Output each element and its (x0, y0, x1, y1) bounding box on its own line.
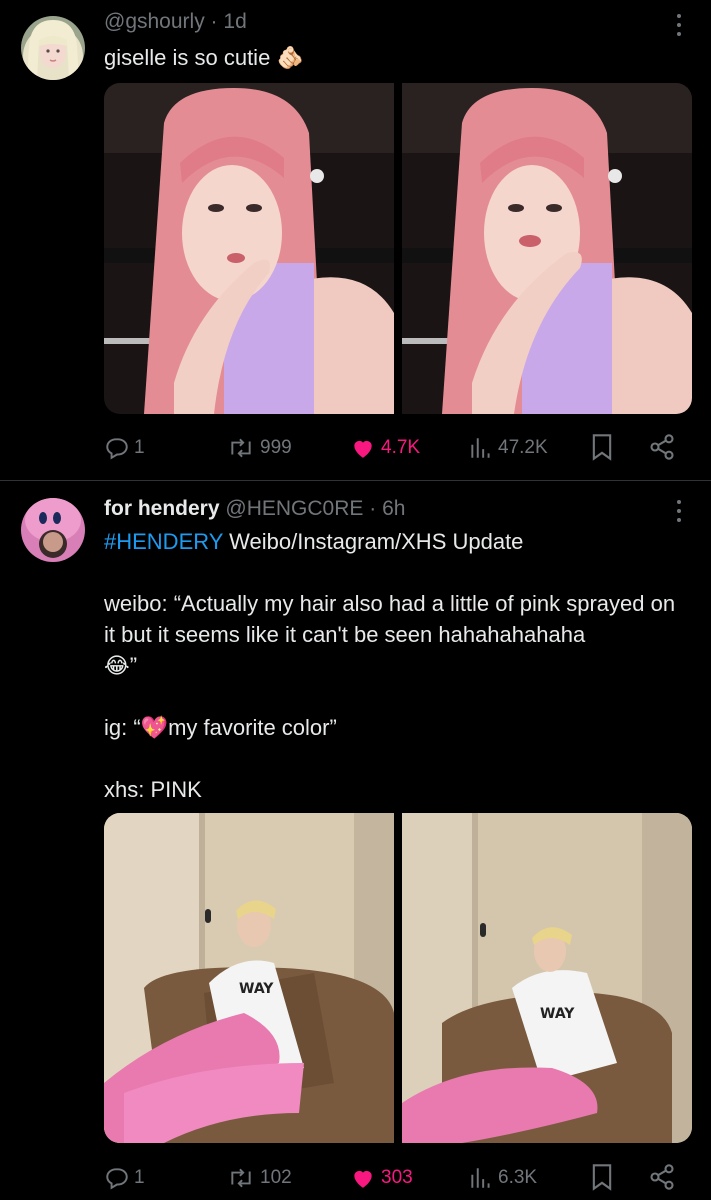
post-text: giselle is so cutie 🫵🏻 (104, 42, 684, 73)
views-icon (471, 1168, 490, 1188)
post-line-1-rest: Weibo/Instagram/XHS Update (223, 529, 524, 554)
post-body: giselle is so cutie (104, 45, 271, 70)
reply-icon (106, 438, 128, 460)
bookmark-icon (592, 434, 612, 461)
share-button[interactable] (648, 433, 676, 461)
user-handle[interactable]: @gshourly (104, 10, 205, 33)
weibo-quote-end: ” (129, 653, 138, 678)
repost-icon (231, 438, 251, 458)
post-line-1: #HENDERY Weibo/Instagram/XHS Update (104, 526, 684, 557)
repost-icon (231, 1168, 251, 1188)
share-button[interactable] (648, 1163, 676, 1191)
photo-2[interactable]: WAY (402, 813, 692, 1143)
post-text: #HENDERY Weibo/Instagram/XHS Update weib… (104, 526, 684, 805)
avatar[interactable] (21, 16, 85, 80)
reply-button[interactable]: 1 (104, 1163, 145, 1193)
weibo-text: weibo: “Actually my hair also had a litt… (104, 591, 676, 647)
ig-paragraph: ig: “💖my favorite color” (104, 712, 684, 743)
like-icon (354, 440, 372, 458)
like-count: 303 (381, 1167, 413, 1188)
photo-1[interactable]: WAY (104, 813, 394, 1143)
user-handle[interactable]: @HENGC0RE (225, 497, 363, 520)
photo-2[interactable] (402, 83, 692, 414)
bookmark-icon (592, 1164, 612, 1191)
post-header: @gshourly · 1d (104, 10, 247, 34)
like-icon (354, 1170, 372, 1188)
views-count: 47.2K (498, 437, 548, 458)
separator: · (210, 10, 218, 33)
media-grid: WAY WAY (104, 813, 692, 1143)
media-grid (104, 83, 692, 414)
display-name[interactable]: for hendery (104, 497, 220, 520)
reply-button[interactable]: 1 (104, 433, 145, 463)
pointing-hand-emoji: 🫵🏻 (276, 45, 304, 70)
post-header: for hendery @HENGC0RE · 6h (104, 497, 405, 521)
bookmark-button[interactable] (590, 433, 614, 461)
svg-text:WAY: WAY (540, 1006, 575, 1022)
views-button[interactable]: 6.3K (468, 1163, 537, 1193)
heart-emoji: 💖 (140, 715, 169, 740)
views-count: 6.3K (498, 1167, 538, 1188)
reply-count: 1 (134, 1167, 145, 1188)
like-count: 4.7K (381, 437, 421, 458)
views-icon (471, 438, 490, 458)
repost-count: 999 (260, 437, 292, 458)
post-time[interactable]: 6h (382, 497, 405, 520)
laughing-emoji: 😂 (104, 653, 130, 678)
more-icon[interactable] (677, 14, 683, 41)
share-icon (650, 1164, 674, 1190)
repost-button[interactable]: 102 (226, 1163, 292, 1193)
bookmark-button[interactable] (590, 1163, 614, 1191)
hashtag-link[interactable]: #HENDERY (104, 529, 223, 554)
photo-1[interactable] (104, 83, 394, 414)
repost-count: 102 (260, 1167, 292, 1188)
post-divider (0, 480, 711, 481)
weibo-paragraph: weibo: “Actually my hair also had a litt… (104, 588, 684, 681)
svg-text:WAY: WAY (239, 981, 274, 997)
post-time[interactable]: 1d (223, 10, 246, 33)
post-gshourly[interactable]: @gshourly · 1d giselle is so cutie 🫵🏻 1 … (0, 0, 711, 481)
separator: · (369, 497, 377, 520)
repost-button[interactable]: 999 (226, 433, 292, 463)
share-icon (650, 434, 674, 460)
xhs-paragraph: xhs: PINK (104, 777, 202, 802)
more-icon[interactable] (677, 500, 683, 527)
avatar[interactable] (21, 498, 85, 562)
post-hengcore[interactable]: for hendery @HENGC0RE · 6h #HENDERY Weib… (0, 482, 711, 1200)
like-button[interactable]: 4.7K (349, 433, 420, 463)
action-bar: 1 999 4.7K 47.2K (104, 433, 674, 463)
like-button[interactable]: 303 (349, 1163, 413, 1193)
reply-count: 1 (134, 437, 145, 458)
views-button[interactable]: 47.2K (468, 433, 548, 463)
reply-icon (106, 1168, 128, 1190)
ig-prefix: ig: “ (104, 715, 141, 740)
action-bar: 1 102 303 6.3K (104, 1163, 674, 1193)
ig-text: my favorite color” (168, 715, 337, 740)
